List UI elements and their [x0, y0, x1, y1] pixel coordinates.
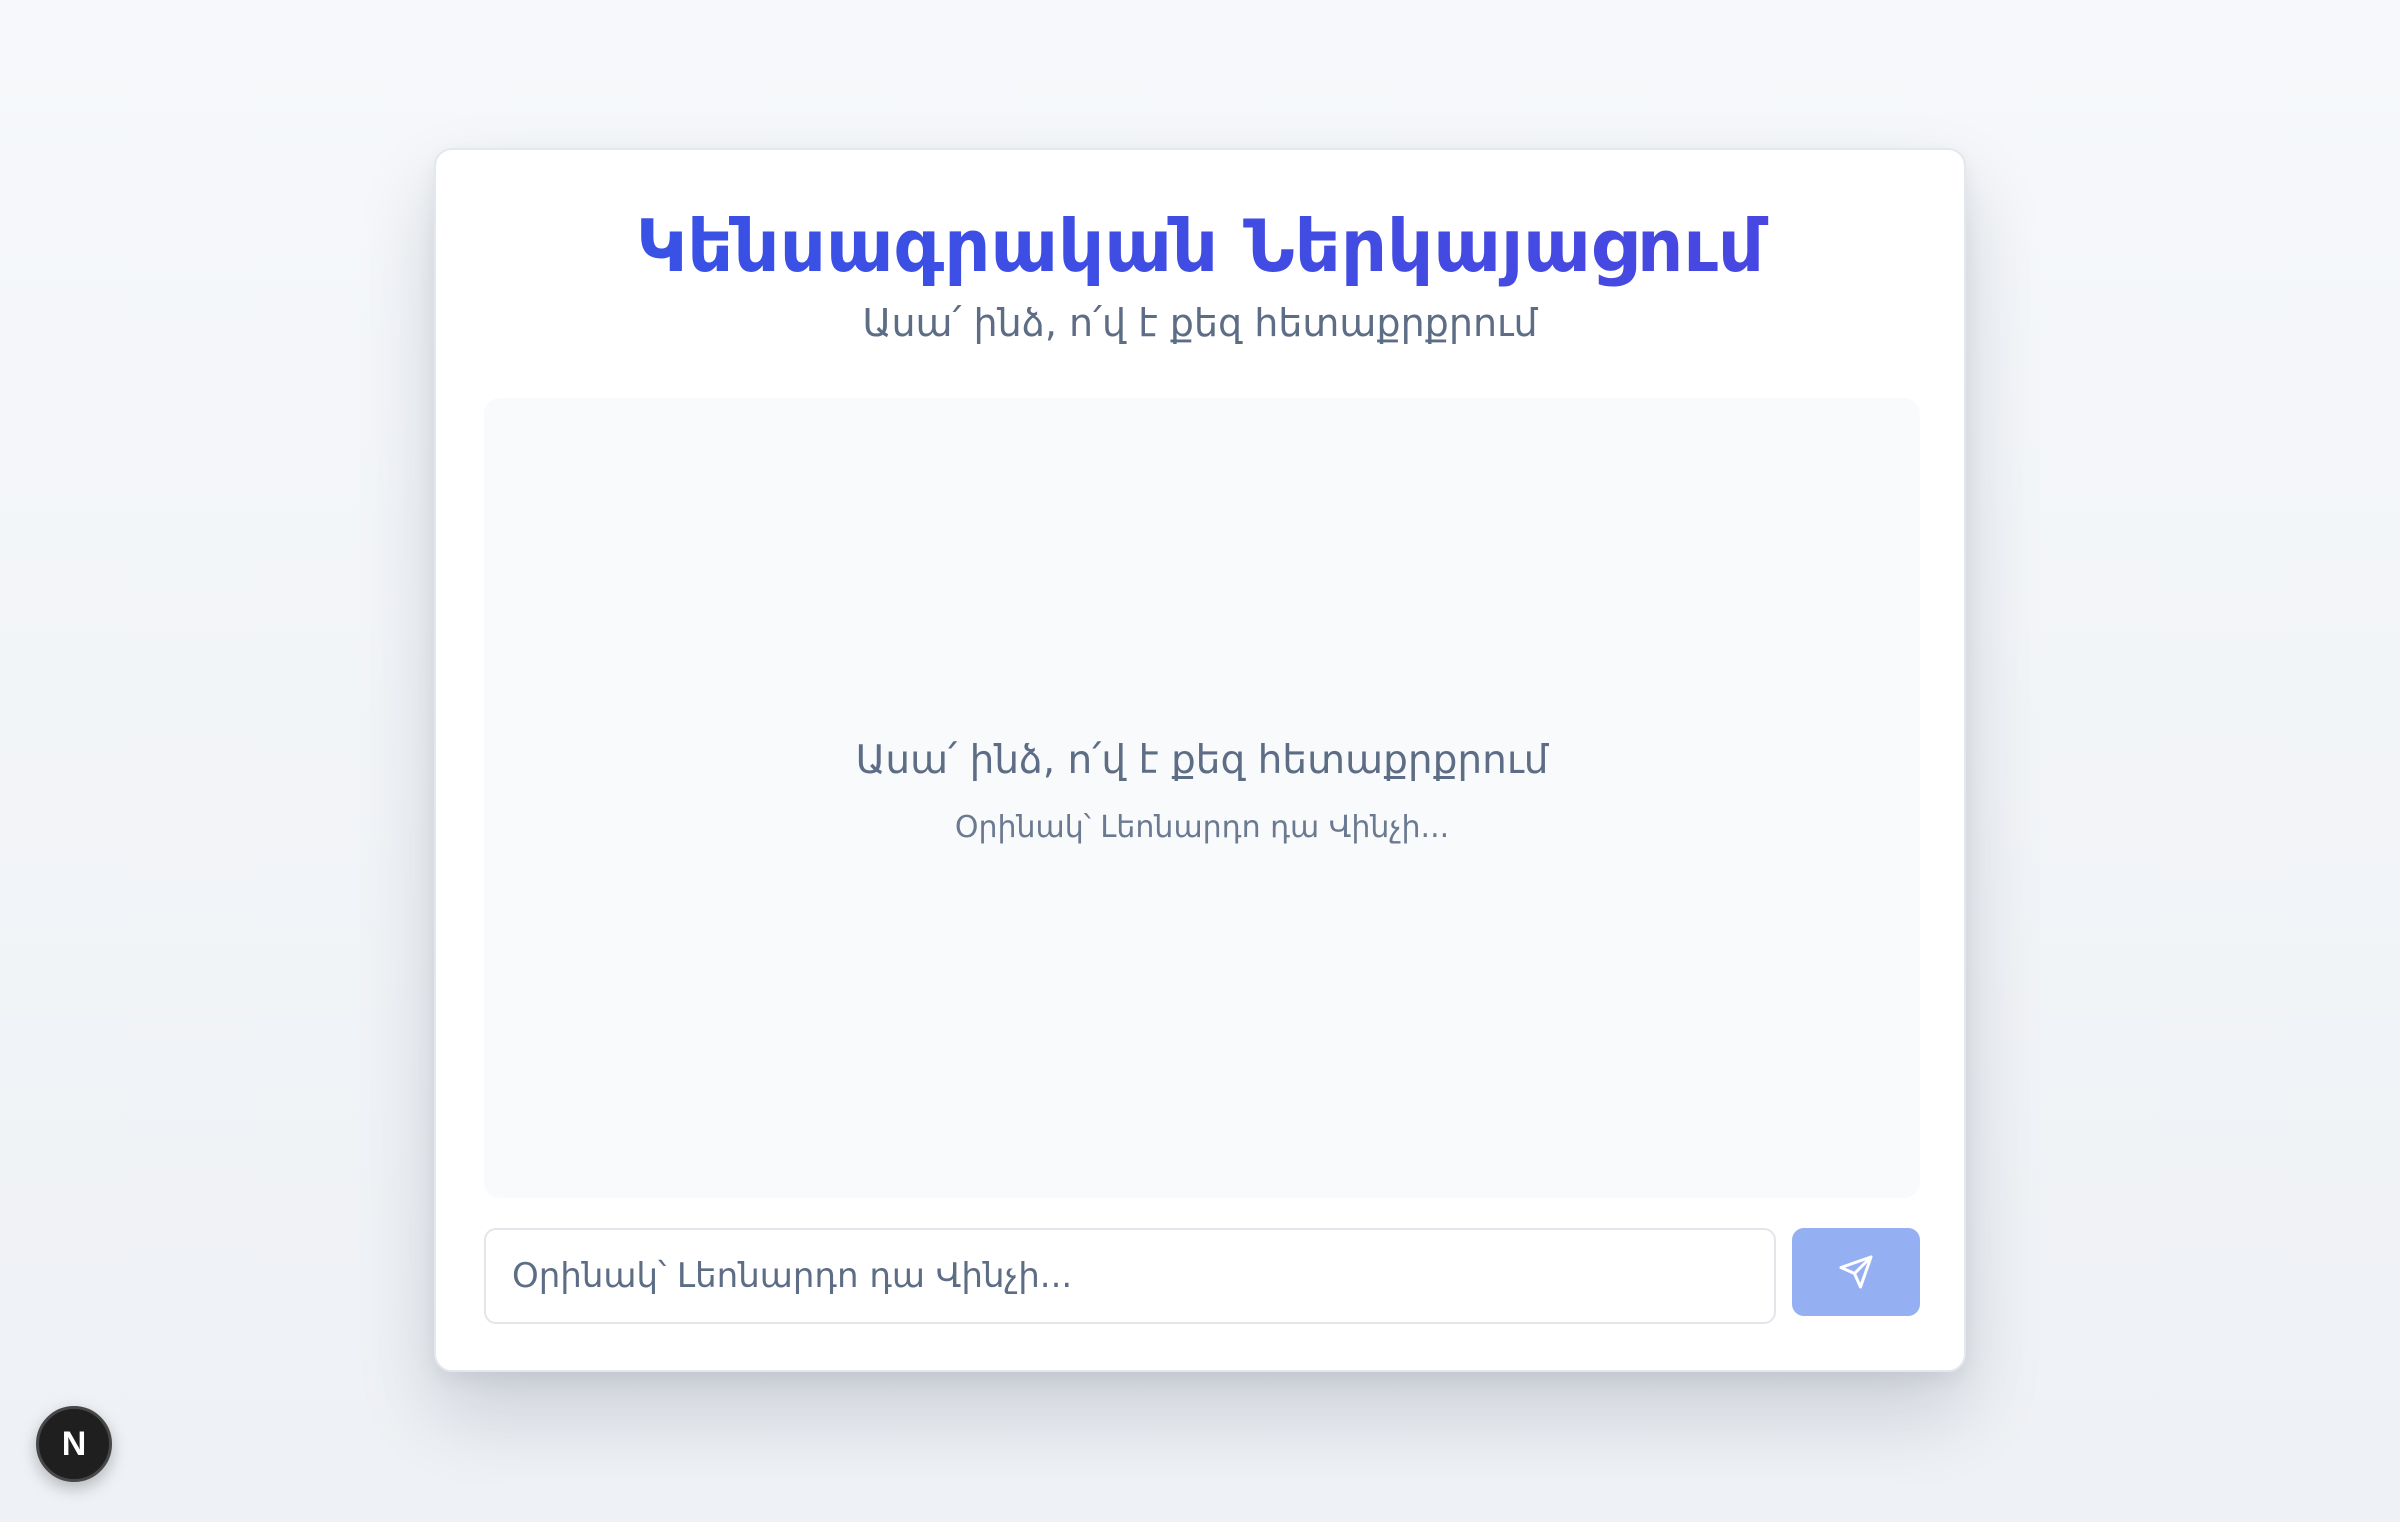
chat-messages-area[interactable]: Ասա՛ ինձ, ո՛վ է քեզ հետաքրքրում Օրինակ՝ …	[484, 398, 1920, 1198]
page-title: Կենսագրական Ներկայացում	[436, 196, 1964, 296]
send-button[interactable]	[1792, 1228, 1920, 1316]
empty-state-hint: Օրինակ՝ Լեոնարդո դա Վինչի...	[954, 810, 1450, 845]
chat-card: Կենսագրական Ներկայացում Ասա՛ ինձ, ո՛վ է …	[434, 148, 1966, 1372]
send-icon	[1839, 1255, 1873, 1289]
message-input[interactable]	[484, 1228, 1776, 1324]
nextjs-dev-tools-button[interactable]: N	[36, 1406, 112, 1482]
nextjs-logo-icon: N	[61, 1424, 87, 1463]
empty-state-title: Ասա՛ ինձ, ո՛վ է քեզ հետաքրքրում	[855, 738, 1549, 783]
page-subtitle: Ասա՛ ինձ, ո՛վ է քեզ հետաքրքրում	[862, 301, 1538, 345]
